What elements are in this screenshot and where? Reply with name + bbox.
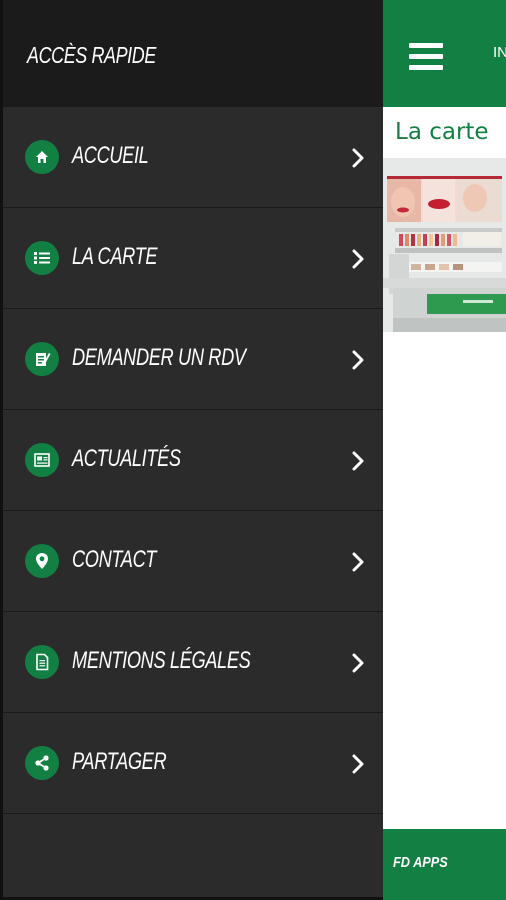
- home-icon: [25, 140, 59, 174]
- main-content: IN La carte FD APPS: [383, 0, 506, 900]
- menu-item-la-carte[interactable]: LA CARTE: [3, 208, 383, 309]
- edit-form-icon: [25, 342, 59, 376]
- chevron-right-icon: [352, 552, 364, 572]
- menu-item-mentions-legales[interactable]: MENTIONS LÉGALES: [3, 612, 383, 713]
- drawer-menu: ACCUEIL LA CARTE DEMANDER UN RDV ACTUALI…: [3, 107, 383, 814]
- chevron-right-icon: [352, 451, 364, 471]
- app-footer: FD APPS: [383, 829, 506, 900]
- navigation-drawer: ACCÈS RAPIDE ACCUEIL LA CARTE DEMANDER U…: [0, 0, 383, 900]
- chevron-right-icon: [352, 653, 364, 673]
- menu-item-actualites[interactable]: ACTUALITÉS: [3, 410, 383, 511]
- document-icon: [25, 645, 59, 679]
- menu-item-accueil[interactable]: ACCUEIL: [3, 107, 383, 208]
- chevron-right-icon: [352, 350, 364, 370]
- drawer-header: ACCÈS RAPIDE: [3, 0, 383, 107]
- menu-item-partager[interactable]: PARTAGER: [3, 713, 383, 814]
- menu-item-label: CONTACT: [72, 546, 157, 573]
- chevron-right-icon: [352, 148, 364, 168]
- chevron-right-icon: [352, 754, 364, 774]
- chevron-right-icon: [352, 249, 364, 269]
- menu-item-label: ACCUEIL: [72, 142, 149, 169]
- menu-item-label: DEMANDER UN RDV: [72, 344, 246, 371]
- news-icon: [25, 443, 59, 477]
- share-icon: [25, 746, 59, 780]
- hamburger-menu-icon[interactable]: [409, 43, 443, 71]
- list-icon: [25, 241, 59, 275]
- menu-item-label: ACTUALITÉS: [72, 445, 181, 472]
- location-pin-icon: [25, 544, 59, 578]
- page-subtitle: La carte: [395, 119, 489, 145]
- cosmetics-display-image[interactable]: [383, 158, 506, 332]
- header-title: IN: [493, 44, 506, 61]
- drawer-title: ACCÈS RAPIDE: [27, 42, 156, 68]
- menu-item-label: PARTAGER: [72, 748, 167, 775]
- menu-item-demander-rdv[interactable]: DEMANDER UN RDV: [3, 309, 383, 410]
- footer-brand: FD APPS: [393, 854, 448, 871]
- menu-item-label: MENTIONS LÉGALES: [72, 647, 251, 674]
- app-header: IN: [383, 0, 506, 107]
- menu-item-contact[interactable]: CONTACT: [3, 511, 383, 612]
- menu-item-label: LA CARTE: [72, 243, 158, 270]
